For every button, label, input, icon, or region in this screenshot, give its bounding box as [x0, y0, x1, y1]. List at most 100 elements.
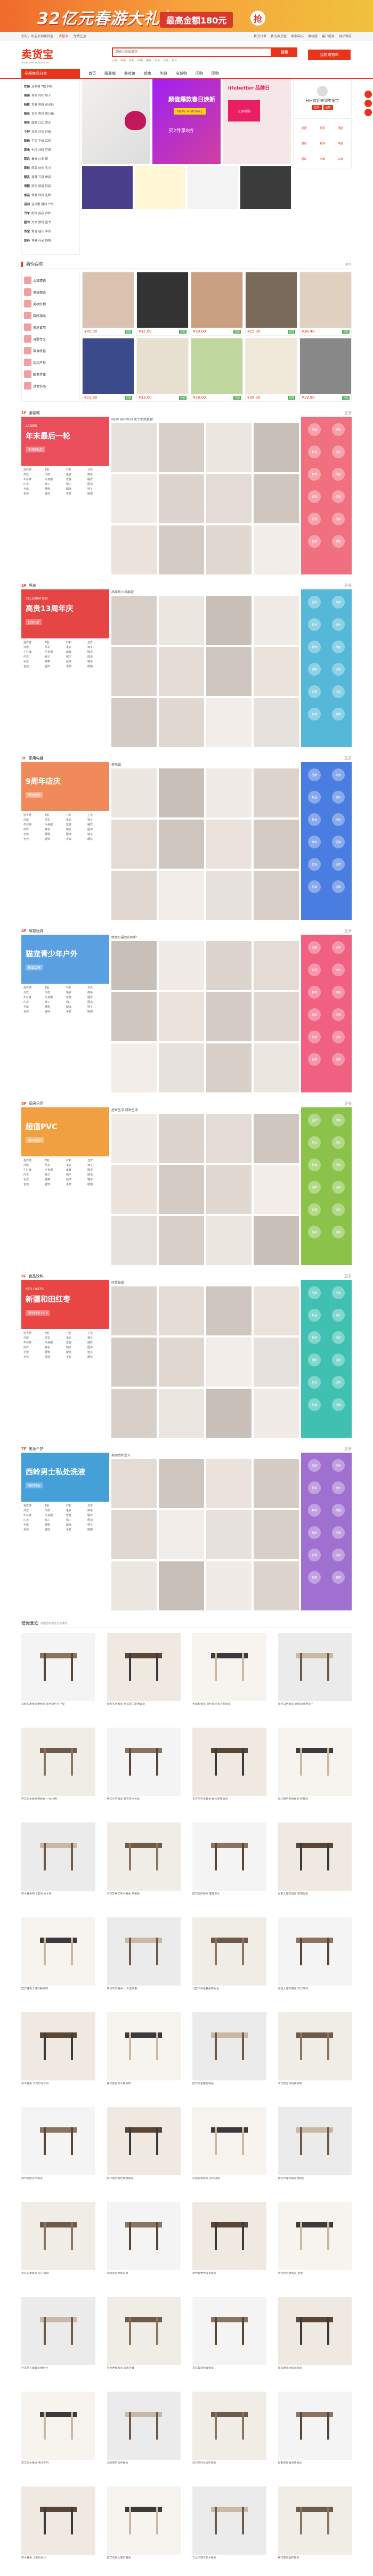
side-menu-item[interactable]: 珠宝 黄金 钻石 手表 — [24, 226, 77, 236]
brand-cell[interactable]: 优惠 — [303, 854, 326, 875]
floor-tag[interactable]: 鞋子 — [87, 1178, 107, 1181]
furniture-card[interactable]: 大理石餐桌 现代简约长方形饭桌 — [192, 1633, 266, 1722]
floor-tag[interactable]: 包包 — [23, 1355, 43, 1359]
furniture-card[interactable]: 法式复古白色餐桌椅 — [278, 2012, 352, 2102]
floor-tag[interactable]: 外套 — [23, 1509, 43, 1512]
brand-cell[interactable]: 促销 — [327, 1004, 350, 1025]
floor-tag[interactable]: 睡衣 — [87, 995, 107, 999]
floor-tag[interactable]: 袜子 — [45, 1000, 64, 1004]
floor-tag[interactable]: 手套 — [23, 487, 43, 491]
promo-top-banner[interactable]: 32亿元春游大礼包 最高金额180元 抢 — [0, 0, 373, 32]
banner-grab-button[interactable]: 抢 — [250, 11, 266, 26]
floor-tag[interactable]: 连衣裙 — [23, 1504, 43, 1508]
floor-product[interactable] — [254, 1165, 299, 1214]
floor-product[interactable] — [254, 698, 299, 747]
floor-product[interactable] — [206, 474, 252, 523]
floor-tag[interactable]: 围巾 — [87, 1346, 107, 1349]
floor-tag[interactable]: 裤子 — [87, 1163, 107, 1167]
floor-tag[interactable]: 套装 — [66, 1513, 86, 1517]
floor-product[interactable] — [254, 1459, 299, 1508]
product-card[interactable]: ¥28.00 包邮 — [191, 338, 243, 402]
floor-tag[interactable]: 包包 — [23, 492, 43, 496]
floor-tag[interactable]: 袜子 — [45, 828, 64, 831]
brand-cell[interactable]: 新品 — [303, 614, 326, 635]
furniture-card[interactable]: 实木餐桌 北欧风原木 — [21, 2486, 95, 2576]
floor-tag[interactable]: 风衣 — [45, 645, 64, 649]
floor-tag[interactable]: 衬衫 — [66, 986, 86, 990]
floor-banner[interactable]: LADIES 年末最后一轮 全场5折起 — [21, 417, 109, 466]
nav-site-map[interactable]: 网站导航 — [339, 34, 352, 38]
floor-product[interactable] — [254, 1114, 299, 1163]
floor-tag[interactable]: 卫衣 — [87, 468, 107, 472]
floor-product[interactable] — [206, 992, 252, 1041]
side-menu-item[interactable]: 厨具 锅具 刀具 餐具 — [24, 172, 77, 181]
floor-tag[interactable]: 风衣 — [45, 1163, 64, 1167]
floor-product[interactable] — [111, 768, 157, 817]
floor-tag[interactable]: 连衣裙 — [23, 1159, 43, 1162]
floor-tag[interactable]: 风衣 — [45, 991, 64, 994]
furniture-card[interactable]: 实木餐桌椅 北欧风原木色 — [21, 1822, 95, 1912]
floor-tag[interactable]: 裤子 — [87, 645, 107, 649]
brand-cell[interactable]: 直降 — [327, 1221, 350, 1243]
floor-product[interactable] — [111, 1459, 157, 1508]
floor-tag[interactable]: 眼镜 — [87, 1355, 107, 1359]
floor-tag[interactable]: 首饰 — [45, 492, 64, 496]
floor-tag[interactable]: 内衣 — [23, 482, 43, 486]
product-card[interactable]: ¥15.00 包邮 — [245, 272, 297, 336]
side-menu-item[interactable]: 女装 连衣裙 T恤 衬衫 — [24, 82, 77, 91]
brand-cell[interactable]: 优惠 — [303, 1199, 326, 1220]
floor-tag[interactable]: 袜子 — [45, 1518, 64, 1522]
brand-cell[interactable]: 推荐 — [303, 1327, 326, 1348]
floor-more-link[interactable]: 更多 — [344, 1446, 352, 1452]
floor-product[interactable] — [111, 1216, 157, 1265]
furniture-card[interactable]: 现代简约岩板餐桌 轻奢风 — [278, 1728, 352, 1817]
floor-product[interactable] — [206, 647, 252, 696]
product-card[interactable]: ¥19.90 包邮 — [299, 338, 352, 402]
floor-more-link[interactable]: 更多 — [344, 1101, 352, 1106]
furniture-card[interactable]: 欧式大理石餐桌椅组合 — [278, 2107, 352, 2197]
floor-tag[interactable]: 内衣 — [23, 828, 43, 831]
floor-tag[interactable]: 半身裙 — [45, 477, 64, 481]
rec-side-item[interactable]: 美妆好物 — [24, 298, 77, 310]
rec-side-item[interactable]: 家居日用 — [24, 321, 77, 333]
furniture-card[interactable]: 欧式雕花大理石圆桌 — [278, 2297, 352, 2386]
floor-tag[interactable]: 风衣 — [45, 473, 64, 476]
catnav-item[interactable]: 生鲜 — [160, 71, 167, 76]
floor-tag[interactable]: 卫衣 — [87, 641, 107, 644]
floor-product[interactable] — [159, 1043, 204, 1092]
side-menu-item[interactable]: 家具 餐桌 沙发 床 — [24, 154, 77, 163]
brand-cell[interactable]: 热卖 — [327, 592, 350, 613]
floor-tag[interactable]: 袜子 — [45, 482, 64, 486]
floor-product[interactable] — [159, 474, 204, 523]
search-input[interactable] — [112, 47, 272, 57]
floor-product[interactable] — [159, 941, 204, 990]
floor-tag[interactable]: T恤 — [45, 1159, 64, 1162]
floor-banner[interactable]: RED DATES 新疆和田红枣 限时特价14.8 — [21, 1280, 109, 1329]
floor-tag[interactable]: 衬衫 — [66, 1331, 86, 1335]
floor-tag[interactable]: 毛衣 — [66, 473, 86, 476]
brand-cell[interactable]: 精选 — [327, 1154, 350, 1176]
floor-tag[interactable]: 风衣 — [45, 1509, 64, 1512]
furniture-card[interactable]: 欧式雕花大理石餐桌椅 — [21, 1917, 95, 2007]
floor-tag[interactable]: 鞋子 — [87, 1523, 107, 1527]
floor-tag[interactable]: 帽子 — [66, 1346, 86, 1349]
floor-product[interactable] — [159, 768, 204, 817]
floor-product[interactable] — [159, 525, 204, 574]
nav-my-account[interactable]: 我的卖货宝 — [271, 34, 287, 38]
floor-banner[interactable]: CELEBRATION 高贵13周年庆 低至1折 — [21, 589, 109, 638]
floor-product[interactable] — [159, 1216, 204, 1265]
product-card[interactable]: ¥99.00 包邮 — [191, 272, 243, 336]
brand-cell[interactable]: 包邮 — [303, 1394, 326, 1415]
floor-product[interactable] — [111, 1165, 157, 1214]
floor-tag[interactable]: 连衣裙 — [23, 1331, 43, 1335]
floor-tag[interactable]: 毛衣 — [66, 818, 86, 822]
floor-tag[interactable]: 睡衣 — [87, 477, 107, 481]
brand-cell[interactable]: 包邮 — [303, 1567, 326, 1588]
floor-tag[interactable]: 围巾 — [87, 655, 107, 659]
brand-cell[interactable]: 新品 — [303, 959, 326, 981]
floor-tag[interactable]: 睡衣 — [87, 1168, 107, 1172]
login-button[interactable]: 登录 — [312, 104, 322, 110]
floor-product[interactable] — [159, 1338, 204, 1387]
floor-tag[interactable]: 鞋子 — [87, 487, 107, 491]
side-menu-item[interactable]: 图书 文学 教育 童书 — [24, 217, 77, 226]
